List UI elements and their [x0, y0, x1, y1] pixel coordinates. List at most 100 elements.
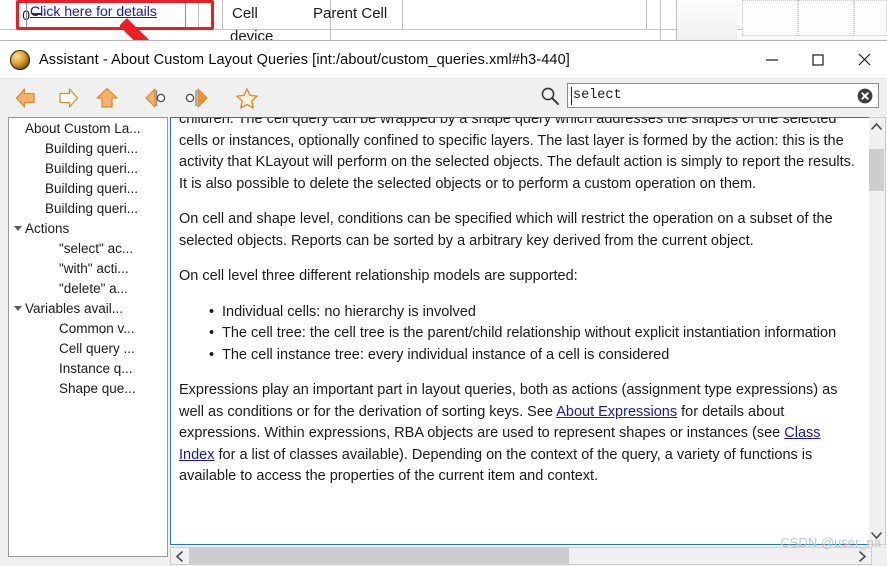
- toc-tree-item[interactable]: Instance q...: [9, 358, 167, 378]
- background-column-separator: [646, 0, 647, 30]
- paragraph-clipped: children. The cell query can be wrapped …: [179, 117, 855, 192]
- previous-topic-button[interactable]: [142, 83, 172, 113]
- horizontal-scrollbar[interactable]: [170, 547, 872, 565]
- toc-tree-item-label: About Custom La...: [25, 120, 141, 136]
- back-arrow-icon: [15, 88, 35, 108]
- search-input-value: select: [573, 88, 622, 103]
- expressions-text-part3: for a list of classes available). Depend…: [179, 446, 813, 485]
- assistant-toolbar: select: [0, 79, 887, 117]
- chevron-up-icon: [871, 122, 882, 130]
- toc-tree-item[interactable]: "delete" a...: [9, 278, 167, 298]
- relationship-model-item: The cell instance tree: every individual…: [209, 345, 859, 367]
- tree-expander-open-icon[interactable]: [11, 298, 25, 318]
- toc-tree-item-label: "select" ac...: [59, 240, 134, 256]
- scroll-right-button[interactable]: [854, 548, 871, 564]
- forward-button[interactable]: [52, 83, 82, 113]
- toc-tree-item[interactable]: Common v...: [9, 318, 167, 338]
- background-column-separator: [660, 0, 661, 40]
- toc-tree-item-label: Building queri...: [45, 140, 139, 156]
- toc-tree-item[interactable]: Building queri...: [9, 158, 167, 178]
- text-caret: [571, 87, 572, 105]
- paragraph-expressions: Expressions play an important part in la…: [179, 380, 859, 488]
- close-icon: [858, 53, 870, 66]
- window-title: Assistant - About Custom Layout Queries …: [39, 51, 570, 68]
- close-button[interactable]: [841, 41, 887, 79]
- toc-tree-item-label: Instance q...: [59, 360, 133, 376]
- toc-tree-item[interactable]: "select" ac...: [9, 238, 167, 258]
- maximize-button[interactable]: [795, 41, 841, 79]
- toc-tree-item-label: Cell query ...: [59, 340, 135, 356]
- maximize-icon: [812, 53, 824, 66]
- help-document-body: children. The cell query can be wrapped …: [171, 117, 871, 488]
- minimize-icon: [766, 58, 778, 61]
- toc-tree-item[interactable]: Building queri...: [9, 198, 167, 218]
- toc-tree-item[interactable]: About Custom La...: [9, 118, 167, 138]
- toc-tree-item[interactable]: Building queri...: [9, 138, 167, 158]
- background-grid-cell: [798, 0, 854, 36]
- chevron-left-icon: [175, 550, 183, 562]
- search-magnifier-icon: [541, 87, 559, 105]
- background-grid-cell: [854, 0, 887, 36]
- previous-topic-icon: [145, 88, 166, 108]
- background-link-cell-border: [26, 0, 186, 28]
- horizontal-scroll-thumb[interactable]: [189, 548, 569, 564]
- background-column-separator: [222, 0, 223, 30]
- background-column-separator: [198, 0, 199, 30]
- toc-tree-item[interactable]: Variables avail...: [9, 298, 167, 318]
- about-expressions-link[interactable]: About Expressions: [556, 404, 677, 420]
- relationship-models-list: Individual cells: no hierarchy is involv…: [179, 302, 859, 367]
- window-titlebar[interactable]: Assistant - About Custom Layout Queries …: [0, 41, 887, 79]
- tree-expander-placeholder: [45, 238, 59, 258]
- bookmark-star-icon: [236, 87, 258, 109]
- paragraph-relationship-models: On cell level three different relationsh…: [179, 268, 578, 284]
- next-topic-button[interactable]: [182, 83, 212, 113]
- tree-expander-placeholder: [31, 178, 45, 198]
- vertical-scroll-thumb[interactable]: [869, 149, 884, 191]
- toc-tree-item-label: Actions: [25, 220, 70, 236]
- klayout-app-icon: [10, 49, 30, 70]
- toc-tree-item-label: "with" acti...: [59, 260, 129, 276]
- back-button[interactable]: [12, 83, 42, 113]
- relationship-model-item: Individual cells: no hierarchy is involv…: [209, 302, 859, 324]
- tree-expander-placeholder: [31, 138, 45, 158]
- vertical-scrollbar[interactable]: [869, 117, 886, 545]
- help-document-pane[interactable]: children. The cell query can be wrapped …: [170, 117, 872, 545]
- scroll-left-button[interactable]: [171, 548, 188, 564]
- toc-tree-item-label: Shape que...: [59, 380, 136, 396]
- background-column-header-cell: Cell: [232, 5, 258, 22]
- toc-tree-item-label: Building queri...: [45, 200, 139, 216]
- forward-arrow-icon: [59, 88, 79, 108]
- scroll-down-button[interactable]: [869, 527, 884, 544]
- tree-expander-placeholder: [45, 358, 59, 378]
- clear-search-button[interactable]: [857, 88, 873, 104]
- chevron-right-icon: [859, 550, 867, 562]
- tree-expander-open-icon[interactable]: [11, 218, 25, 238]
- toc-tree-item[interactable]: Shape que...: [9, 378, 167, 398]
- search-input[interactable]: select: [567, 83, 879, 108]
- bookmark-button[interactable]: [232, 83, 262, 113]
- window-body: About Custom La... Building queri... Build…: [0, 117, 887, 566]
- toc-tree-item[interactable]: Building queri...: [9, 178, 167, 198]
- tree-expander-placeholder: [11, 118, 25, 138]
- toc-tree-item[interactable]: Cell query ...: [9, 338, 167, 358]
- tree-expander-placeholder: [45, 278, 59, 298]
- toc-tree-item[interactable]: Actions: [9, 218, 167, 238]
- tree-expander-placeholder: [45, 378, 59, 398]
- paragraph-conditions: On cell and shape level, conditions can …: [179, 211, 833, 249]
- home-button[interactable]: [92, 83, 122, 113]
- screen-root: 0 Click here for details Cell Parent Cel…: [0, 0, 887, 566]
- search-area: select: [539, 83, 879, 108]
- minimize-button[interactable]: [749, 41, 795, 79]
- toc-tree[interactable]: About Custom La... Building queri... Build…: [8, 117, 168, 557]
- tree-expander-placeholder: [45, 318, 59, 338]
- assistant-window: Assistant - About Custom Layout Queries …: [0, 40, 887, 566]
- scroll-up-button[interactable]: [869, 118, 884, 135]
- tree-expander-placeholder: [31, 198, 45, 218]
- background-panel: [677, 0, 737, 40]
- toc-tree-item-label: Variables avail...: [25, 300, 124, 316]
- content-area: children. The cell query can be wrapped …: [170, 117, 886, 566]
- toc-tree-item-label: "delete" a...: [59, 280, 128, 296]
- toc-tree-item[interactable]: "with" acti...: [9, 258, 167, 278]
- home-arrow-icon: [96, 87, 118, 108]
- next-topic-icon: [185, 88, 208, 108]
